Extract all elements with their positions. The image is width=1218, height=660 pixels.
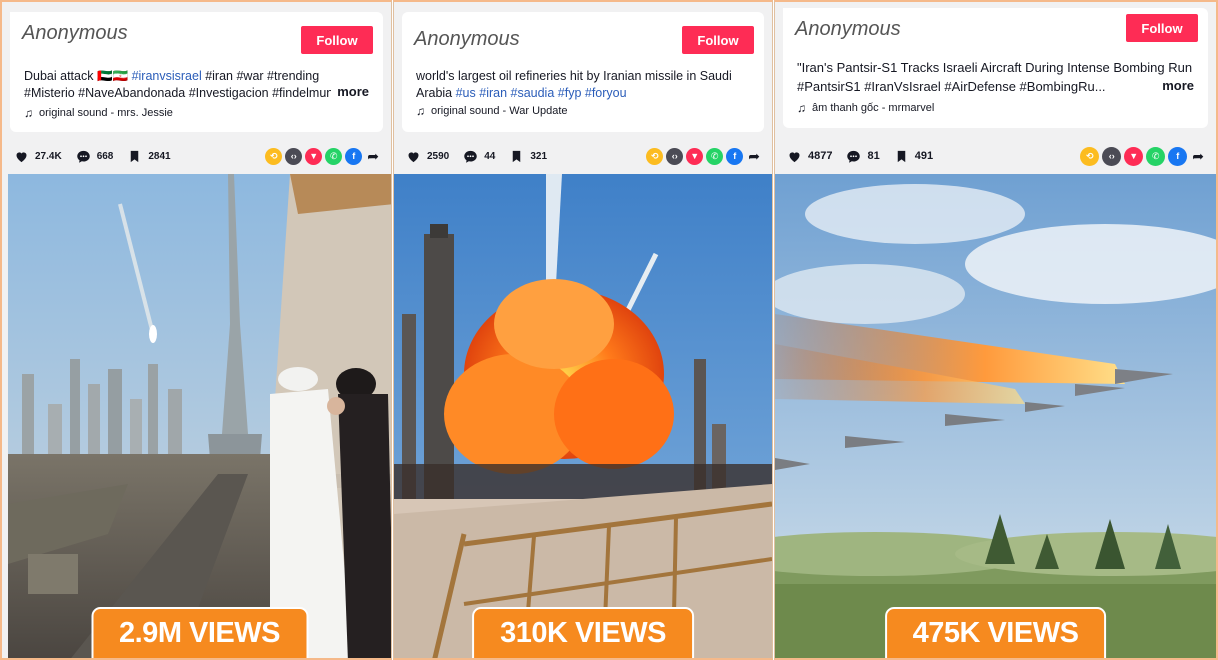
whatsapp-icon[interactable]: ✆ — [325, 147, 343, 165]
comment-button[interactable]: 668 — [76, 149, 114, 164]
repost-icon[interactable]: ⟲ — [265, 147, 283, 165]
views-badge: 310K VIEWS — [472, 607, 694, 658]
caption-text: Dubai attack 🇦🇪🇮🇷 — [24, 69, 132, 83]
send-icon[interactable]: ▼ — [1124, 146, 1144, 166]
caption-text: "Iran's Pantsir-S1 Tracks Israeli Aircra… — [797, 60, 1193, 94]
music-note-icon: ♫ — [797, 101, 806, 115]
action-bar: 27.4K 668 2841 ⟲ ‹› ▼ ✆ f ➦ — [14, 142, 379, 170]
caption: world's largest oil refineries hit by Ir… — [416, 68, 750, 102]
share-options: ⟲ ‹› ▼ ✆ f ➦ — [1080, 146, 1204, 166]
post-header: Anonymous Follow Dubai attack 🇦🇪🇮🇷 #iran… — [10, 12, 383, 132]
sound-link[interactable]: ♫ original sound - mrs. Jessie — [24, 106, 173, 120]
follow-button[interactable]: Follow — [301, 26, 373, 54]
repost-icon[interactable]: ⟲ — [1080, 146, 1100, 166]
sound-name: original sound - mrs. Jessie — [39, 107, 173, 119]
username[interactable]: Anonymous — [783, 8, 913, 51]
comment-button[interactable]: 81 — [846, 149, 880, 164]
share-arrow-icon[interactable]: ➦ — [1192, 148, 1204, 165]
embed-icon[interactable]: ‹› — [1102, 146, 1122, 166]
save-count: 321 — [530, 150, 548, 162]
share-arrow-icon[interactable]: ➦ — [748, 148, 760, 165]
sound-name: original sound - War Update — [431, 105, 568, 117]
share-options: ⟲ ‹› ▼ ✆ f ➦ — [646, 147, 760, 165]
comment-icon — [464, 150, 477, 163]
views-badge: 2.9M VIEWS — [91, 607, 308, 658]
like-count: 27.4K — [35, 150, 62, 162]
dubai-skyline-image — [8, 174, 391, 658]
share-arrow-icon[interactable]: ➦ — [367, 148, 379, 165]
video-thumbnail[interactable]: 310K VIEWS — [394, 174, 772, 658]
refinery-explosion-image — [394, 174, 772, 658]
comment-count: 81 — [867, 150, 880, 162]
video-post-2: Anonymous Follow world's largest oil ref… — [393, 0, 773, 660]
save-button[interactable]: 321 — [509, 149, 547, 164]
video-thumbnail[interactable]: 2.9M VIEWS — [8, 174, 391, 658]
share-options: ⟲ ‹› ▼ ✆ f ➦ — [265, 147, 379, 165]
post-header: Anonymous Follow "Iran's Pantsir-S1 Trac… — [783, 8, 1208, 128]
like-count: 4877 — [808, 150, 833, 162]
action-bar: 4877 81 491 ⟲ ‹› ▼ ✆ f ➦ — [787, 142, 1204, 170]
save-button[interactable]: 491 — [894, 149, 933, 164]
caption: Dubai attack 🇦🇪🇮🇷 #iranvsisrael #iran #w… — [24, 68, 369, 102]
send-icon[interactable]: ▼ — [305, 147, 323, 165]
facebook-icon[interactable]: f — [345, 147, 363, 165]
views-badge: 475K VIEWS — [884, 607, 1107, 658]
save-count: 491 — [914, 150, 934, 162]
comment-icon — [847, 150, 861, 163]
like-button[interactable]: 4877 — [787, 149, 832, 164]
video-post-1: Anonymous Follow Dubai attack 🇦🇪🇮🇷 #iran… — [0, 0, 392, 660]
save-button[interactable]: 2841 — [127, 149, 171, 164]
comment-count: 668 — [96, 150, 114, 162]
whatsapp-icon[interactable]: ✆ — [706, 147, 724, 165]
music-note-icon: ♫ — [416, 104, 425, 118]
whatsapp-icon[interactable]: ✆ — [1146, 146, 1166, 166]
aircraft-bombing-image — [775, 174, 1216, 658]
more-link[interactable]: more — [331, 84, 369, 99]
follow-button[interactable]: Follow — [1126, 14, 1198, 42]
sound-link[interactable]: ♫ original sound - War Update — [416, 104, 568, 118]
comment-count: 44 — [484, 150, 496, 162]
repost-icon[interactable]: ⟲ — [646, 147, 664, 165]
more-link[interactable]: more — [1156, 78, 1194, 93]
save-count: 2841 — [148, 150, 171, 162]
facebook-icon[interactable]: f — [1168, 146, 1188, 166]
bookmark-icon — [513, 150, 521, 162]
caption: "Iran's Pantsir-S1 Tracks Israeli Aircra… — [797, 58, 1194, 96]
like-count: 2590 — [427, 150, 450, 162]
send-icon[interactable]: ▼ — [686, 147, 704, 165]
music-note-icon: ♫ — [24, 106, 33, 120]
bookmark-icon — [897, 150, 905, 162]
comment-icon — [76, 150, 90, 163]
caption-hashtag[interactable]: #iranvsisrael — [132, 69, 202, 83]
bookmark-icon — [131, 150, 139, 162]
like-button[interactable]: 27.4K — [14, 149, 62, 164]
heart-icon — [16, 151, 27, 162]
sound-link[interactable]: ♫ âm thanh gốc - mrmarvel — [797, 101, 934, 115]
action-bar: 2590 44 321 ⟲ ‹› ▼ ✆ f ➦ — [406, 142, 760, 170]
comment-button[interactable]: 44 — [463, 149, 495, 164]
heart-icon — [408, 151, 419, 162]
username[interactable]: Anonymous — [402, 18, 532, 61]
heart-icon — [789, 151, 800, 162]
video-thumbnail[interactable]: 475K VIEWS — [775, 174, 1216, 658]
post-header: Anonymous Follow world's largest oil ref… — [402, 12, 764, 132]
sound-name: âm thanh gốc - mrmarvel — [812, 102, 935, 114]
embed-icon[interactable]: ‹› — [666, 147, 684, 165]
follow-button[interactable]: Follow — [682, 26, 754, 54]
embed-icon[interactable]: ‹› — [285, 147, 303, 165]
video-post-3: Anonymous Follow "Iran's Pantsir-S1 Trac… — [774, 0, 1218, 660]
caption-hashtag[interactable]: #us #iran #saudia #fyp #foryou — [456, 86, 627, 100]
like-button[interactable]: 2590 — [406, 149, 449, 164]
facebook-icon[interactable]: f — [726, 147, 744, 165]
username[interactable]: Anonymous — [10, 12, 140, 55]
